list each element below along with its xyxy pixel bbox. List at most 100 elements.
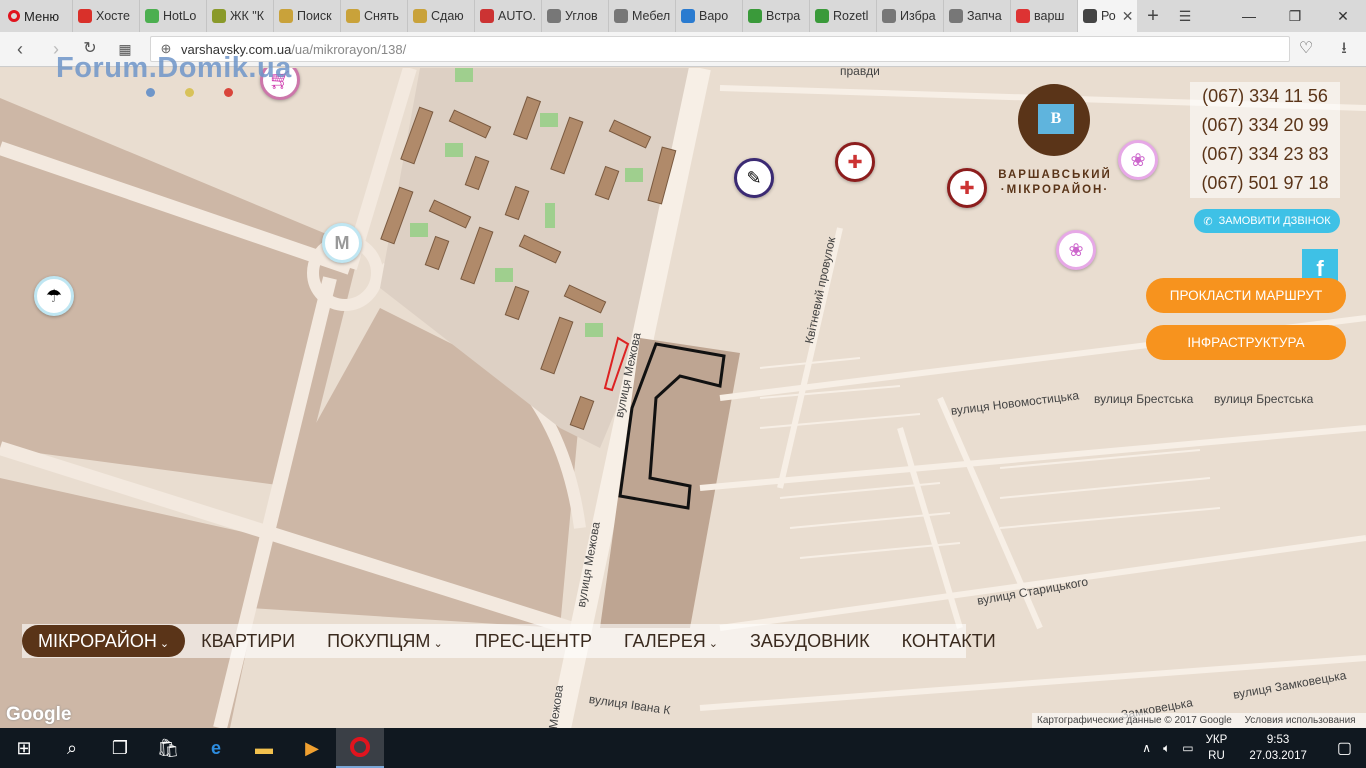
route-button[interactable]: ПРОКЛАСТИ МАРШРУТ (1146, 278, 1346, 313)
browser-tab[interactable]: Углов (541, 0, 608, 32)
beach-marker-icon[interactable]: ☂ (34, 276, 74, 316)
hospital-marker-icon[interactable]: ✚ (835, 142, 875, 182)
browser-tab[interactable]: Мебел (608, 0, 675, 32)
menu-item[interactable]: КВАРТИРИ (185, 625, 311, 657)
kindergarten-marker-icon[interactable]: ❀ (1118, 140, 1158, 180)
minimize-icon[interactable]: — (1226, 0, 1272, 32)
menu-item-label: КВАРТИРИ (201, 631, 296, 651)
language-indicator[interactable]: УКР RU (1200, 732, 1234, 764)
lang-line2: RU (1208, 750, 1225, 762)
tab-favicon-icon (815, 9, 829, 23)
street-label: правди (840, 68, 880, 78)
map-credit-text: Картографические данные © 2017 Google (1037, 715, 1232, 726)
hospital-marker-icon[interactable]: ✚ (947, 168, 987, 208)
volume-icon[interactable]: 🔈︎ (1157, 741, 1176, 756)
browser-tab[interactable]: Варо (675, 0, 742, 32)
tab-label: Избра (900, 9, 936, 23)
tab-label: Снять (364, 9, 399, 23)
store-icon[interactable]: 🛍︎ (144, 728, 192, 768)
browser-tab[interactable]: HotLo (139, 0, 206, 32)
browser-tab[interactable]: Запча (943, 0, 1010, 32)
street-label: вулиця Брестська (1214, 392, 1314, 406)
tab-favicon-icon (78, 9, 92, 23)
clock[interactable]: 9:53 27.03.2017 (1233, 732, 1323, 764)
browser-tab[interactable]: варш (1010, 0, 1077, 32)
opera-menu-button[interactable]: Меню (0, 0, 72, 32)
opera-taskbar-icon[interactable] (336, 728, 384, 768)
clock-time: 9:53 (1266, 734, 1290, 746)
heart-bookmark-icon[interactable]: ♡ (1294, 38, 1318, 60)
close-window-icon[interactable]: ✕ (1320, 0, 1366, 32)
notifications-icon[interactable]: ▢ (1323, 738, 1366, 758)
watermark-dots (146, 88, 233, 97)
windows-start-icon[interactable]: ⊞ (0, 728, 48, 768)
terms-link[interactable]: Условия использования (1245, 715, 1356, 726)
tab-label: ЖК "К (230, 9, 265, 23)
browser-tab[interactable]: Rozetl (809, 0, 876, 32)
metro-marker-icon[interactable]: M (322, 223, 362, 263)
browser-tab[interactable]: Избра (876, 0, 943, 32)
browser-tab[interactable]: Хосте (72, 0, 139, 32)
menu-item[interactable]: ПРЕС-ЦЕНТР (459, 625, 608, 657)
watermark-dot (146, 88, 155, 97)
kindergarten-marker-icon[interactable]: ❀ (1056, 230, 1096, 270)
tab-label: Запча (967, 9, 1002, 23)
menu-item[interactable]: ЗАБУДОВНИК (734, 625, 886, 657)
browser-tab[interactable]: AUTO. (474, 0, 541, 32)
file-explorer-icon[interactable]: ▬ (240, 728, 288, 768)
tab-label: Встра (766, 9, 801, 23)
watermark-dot (185, 88, 194, 97)
callback-button[interactable]: ✆ ЗАМОВИТИ ДЗВІНОК (1194, 209, 1340, 233)
tab-menu-icon[interactable]: ☰ (1169, 8, 1201, 25)
logo-flag-icon: B (1038, 104, 1074, 134)
phone-number[interactable]: (067) 334 11 56 (1190, 82, 1340, 111)
tab-favicon-icon (681, 9, 695, 23)
tab-favicon-icon (882, 9, 896, 23)
tab-label: варш (1034, 9, 1065, 23)
watermark-dot (224, 88, 233, 97)
logo-line2: ·МІКРОРАЙОН· (1000, 184, 1110, 196)
tab-label: AUTO. (498, 9, 536, 23)
phone-number[interactable]: (067) 334 20 99 (1190, 111, 1340, 140)
maximize-icon[interactable]: ❐ (1272, 0, 1318, 32)
menu-item[interactable]: ГАЛЕРЕЯ ⌄ (608, 625, 734, 657)
tab-favicon-icon (279, 9, 293, 23)
menu-item[interactable]: ПОКУПЦЯМ ⌄ (311, 625, 459, 657)
system-tray: ∧ 🔈︎ ▭ УКР RU 9:53 27.03.2017 ▢ (1136, 728, 1366, 768)
tab-list: Хосте HotLo ЖК "К Поиск Снять Сдаю AUTO. Углов М… (72, 0, 1077, 32)
menu-item[interactable]: КОНТАКТИ (886, 625, 1012, 657)
browser-tab[interactable]: Сдаю (407, 0, 474, 32)
browser-tab[interactable]: ЖК "К (206, 0, 273, 32)
browser-tab[interactable]: Поиск (273, 0, 340, 32)
tab-favicon-icon (145, 9, 159, 23)
menu-item-label: ПРЕС-ЦЕНТР (474, 631, 592, 651)
menu-item[interactable]: МІКРОРАЙОН ⌄ (22, 625, 186, 657)
watermark: Forum.Domik.ua (56, 52, 292, 84)
tab-label: Хосте (96, 9, 130, 23)
search-icon[interactable]: ⌕ (48, 728, 96, 768)
menu-item-label: ПОКУПЦЯМ (327, 631, 431, 651)
url-field[interactable]: ⊕ varshavsky.com.ua /ua/mikrorayon/138/ (150, 36, 1290, 62)
tab-favicon-icon (614, 9, 628, 23)
browser-tab[interactable]: Снять (340, 0, 407, 32)
menu-item-label: КОНТАКТИ (901, 631, 996, 651)
download-icon[interactable]: ⭳ (1332, 38, 1356, 60)
site-logo[interactable]: B ВАРШАВСЬКИЙ ·МІКРОРАЙОН· (990, 84, 1120, 204)
close-tab-icon[interactable]: ✕ (1122, 8, 1134, 25)
phone-number[interactable]: (067) 501 97 18 (1190, 169, 1340, 198)
infrastructure-button[interactable]: ІНФРАСТРУКТУРА (1146, 325, 1346, 360)
school-marker-icon[interactable]: ✎ (734, 158, 774, 198)
battery-icon[interactable]: ▭ (1176, 741, 1199, 755)
tab-active[interactable]: Ро ✕ (1077, 0, 1137, 32)
new-tab-button[interactable]: + (1137, 5, 1169, 28)
back-icon[interactable]: ‹ (8, 38, 32, 60)
browser-tab[interactable]: Встра (742, 0, 809, 32)
google-logo: Google (6, 704, 72, 725)
task-view-icon[interactable]: ❐ (96, 728, 144, 768)
phone-number[interactable]: (067) 334 23 83 (1190, 140, 1340, 169)
edge-icon[interactable]: e (192, 728, 240, 768)
menu-item-label: МІКРОРАЙОН (38, 631, 157, 651)
media-player-icon[interactable]: ▶ (288, 728, 336, 768)
chevron-down-icon: ⌄ (705, 638, 719, 650)
chevron-up-icon[interactable]: ∧ (1136, 741, 1157, 755)
